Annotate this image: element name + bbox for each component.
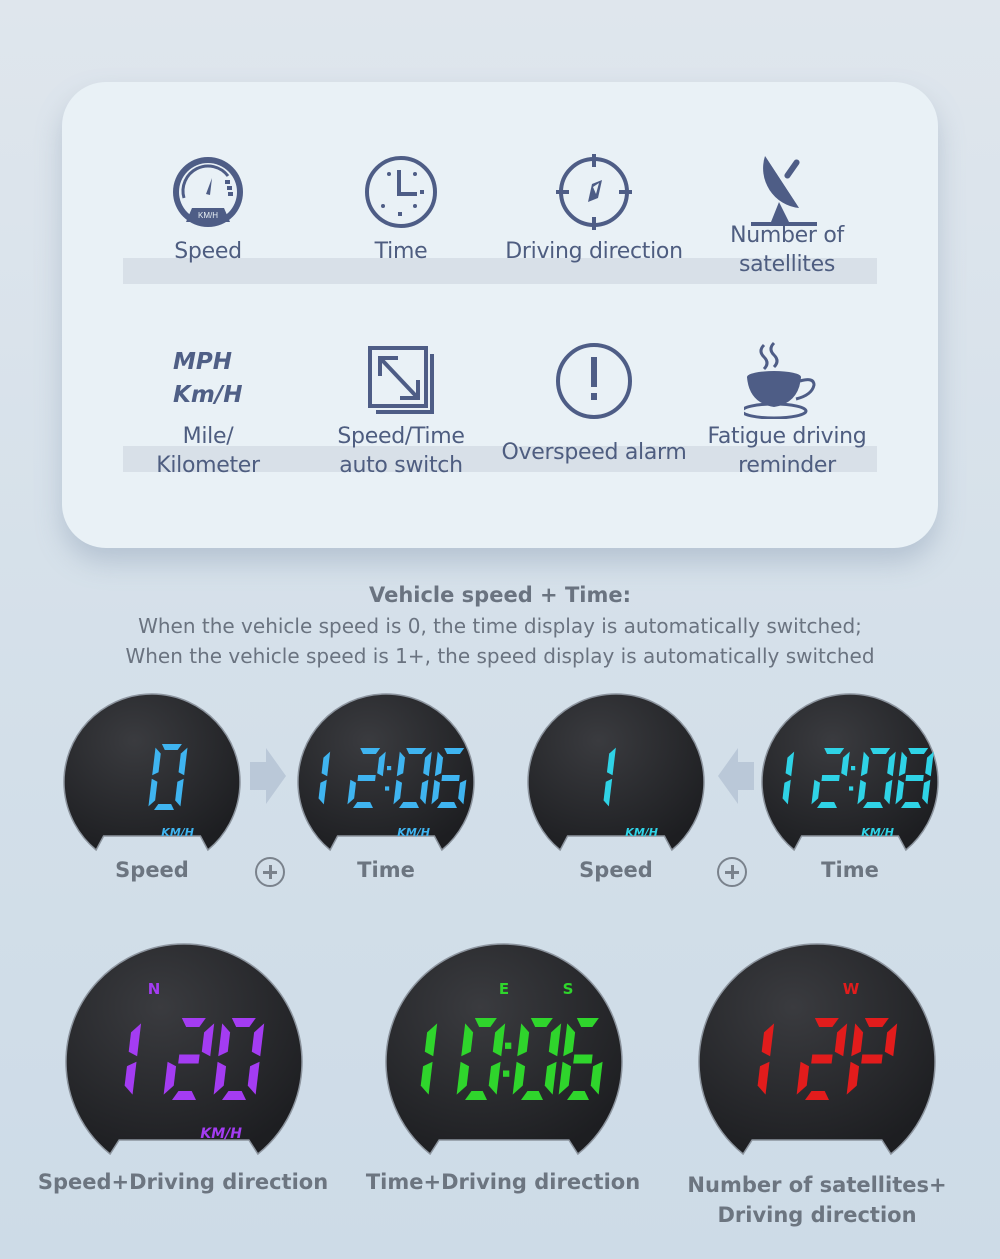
caption-line: Number of satellites+: [687, 1173, 947, 1197]
hud-display-time: KM/H: [761, 693, 939, 852]
direction-indicator: S: [563, 980, 574, 998]
mph-text: MPH: [173, 349, 232, 375]
label-line: Speed/Time: [337, 424, 465, 449]
unit-label: KM/H: [625, 826, 658, 839]
display-bezel: [385, 943, 623, 1156]
section-description-line-2: When the vehicle speed is 1+, the speed …: [125, 644, 875, 668]
feature-time: Time: [306, 147, 496, 266]
compass-icon: [556, 154, 632, 230]
feature-label: Driving direction: [505, 239, 683, 264]
hud-display-time: KM/H: [297, 693, 475, 852]
alert-icon: [556, 343, 632, 419]
arrow-left-icon: [718, 748, 754, 804]
feature-speed: KM/H Speed: [113, 147, 303, 266]
display-caption: Speed: [115, 858, 189, 882]
coffee-cup-icon: [744, 341, 816, 419]
hud-display-speed: KM/H: [527, 693, 705, 852]
colon-dot: [503, 1070, 510, 1077]
digit-segment-g: [178, 1054, 200, 1064]
display-caption: Time: [821, 858, 879, 882]
hud-display-speed-direction: KM/H N: [65, 943, 303, 1156]
svg-text:KM/H: KM/H: [198, 211, 218, 220]
kmh-text: Km/H: [173, 382, 243, 408]
digit-segment-g: [861, 1054, 883, 1064]
plus-icon: [255, 857, 285, 887]
display-bezel: [527, 693, 705, 852]
digit-segment-g: [573, 1054, 593, 1064]
feature-label: Speed/Time auto switch: [306, 422, 496, 480]
plus-icon: [717, 857, 747, 887]
section-title: Vehicle speed + Time:: [368, 583, 631, 607]
unit-label: KM/H: [861, 826, 894, 839]
arrow-right-icon: [250, 748, 286, 804]
feature-label: Time: [374, 239, 428, 264]
display-caption: Time: [357, 858, 415, 882]
feature-overspeed-alarm: Overspeed alarm: [499, 334, 689, 465]
unit-label: KM/H: [397, 826, 430, 839]
clock-icon: [365, 156, 437, 228]
label-line: Mile/: [182, 424, 234, 449]
unit-label: KM/H: [200, 1126, 242, 1142]
unit-label: KM/H: [161, 826, 194, 839]
colon-dot: [387, 766, 392, 771]
colon-dot: [849, 786, 854, 791]
feature-satellites: Number of satellites: [692, 147, 882, 295]
direction-indicator: N: [148, 980, 161, 998]
display-caption: Time+Driving direction: [365, 1170, 641, 1194]
label-line: Fatigue driving: [707, 424, 867, 449]
display-bezel: [63, 693, 241, 852]
feature-label: Mile/ Kilometer: [113, 422, 303, 480]
label-line: reminder: [738, 453, 836, 478]
display-bezel: [698, 943, 936, 1156]
hud-display-speed: KM/H: [63, 693, 241, 852]
feature-label: Number of satellites: [692, 221, 882, 279]
label-line: Kilometer: [156, 453, 260, 478]
units-icon: MPH Km/H: [113, 346, 242, 412]
label-line: auto switch: [339, 453, 463, 478]
digit-segment-g: [441, 775, 460, 781]
hud-display-time-direction: ES: [385, 943, 623, 1156]
display-caption: Speed: [579, 858, 653, 882]
direction-indicator: E: [499, 980, 509, 998]
colon-dot: [851, 766, 856, 771]
display-caption: Speed+Driving direction: [37, 1170, 329, 1194]
caption-line: Driving direction: [717, 1203, 917, 1227]
label-line: Number of: [730, 223, 844, 248]
label-line: satellites: [738, 252, 836, 277]
digit-segment-g: [905, 775, 924, 781]
digit-segment-g: [821, 775, 840, 781]
digit-segment-g: [811, 1054, 833, 1064]
speedometer-icon: KM/H: [173, 157, 243, 227]
features-card: KM/H Speed Time Driving direction Number…: [62, 82, 938, 548]
section-description-line-1: When the vehicle speed is 0, the time di…: [138, 614, 862, 638]
satellite-dish-icon: [751, 156, 817, 226]
feature-driving-direction: Driving direction: [499, 147, 689, 266]
direction-indicator: W: [843, 980, 860, 998]
display-bezel: [65, 943, 303, 1156]
hud-display-satellites-direction: W: [698, 943, 936, 1156]
feature-label: Speed: [174, 239, 242, 264]
switch-arrows-icon: [368, 346, 434, 414]
colon-dot: [505, 1042, 512, 1049]
colon-dot: [385, 786, 390, 791]
feature-fatigue-reminder: Fatigue driving reminder: [692, 334, 882, 482]
feature-auto-switch: Speed/Time auto switch: [306, 334, 496, 482]
feature-label: Overspeed alarm: [501, 440, 687, 465]
digit-segment-g: [357, 775, 376, 781]
display-caption: Number of satellites+ Driving direction: [664, 1170, 970, 1230]
feature-label: Fatigue driving reminder: [692, 422, 882, 480]
feature-units: MPH Km/H Mile/ Kilometer: [113, 334, 303, 482]
